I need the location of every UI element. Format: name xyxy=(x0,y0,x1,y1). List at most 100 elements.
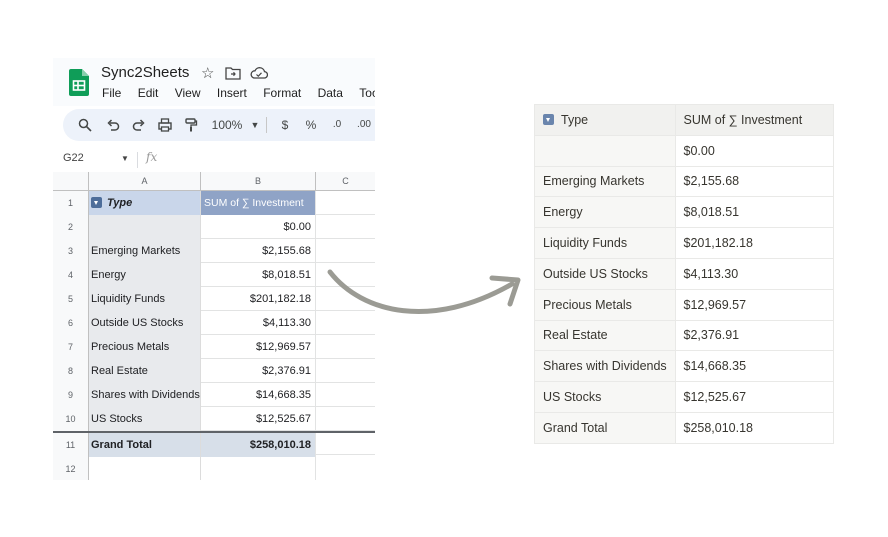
menu-file[interactable]: File xyxy=(102,86,121,100)
row-number[interactable]: 12 xyxy=(53,457,89,480)
grand-total-label[interactable]: Grand Total xyxy=(89,433,201,457)
grand-total-label[interactable]: Grand Total xyxy=(534,411,676,444)
increase-decimals-button[interactable]: .00 xyxy=(353,109,375,141)
type-cell[interactable]: Liquidity Funds xyxy=(534,227,676,259)
column-header-row: A B C xyxy=(53,172,375,191)
type-cell[interactable]: Outside US Stocks xyxy=(89,311,201,335)
sum-cell[interactable]: $0.00 xyxy=(201,215,316,239)
name-box[interactable]: G22 xyxy=(63,152,84,164)
sum-cell[interactable]: $4,113.30 xyxy=(674,257,834,290)
type-cell[interactable]: US Stocks xyxy=(534,381,676,413)
type-cell[interactable] xyxy=(89,215,201,239)
sum-cell[interactable]: $4,113.30 xyxy=(201,311,316,335)
zoom-dropdown-icon[interactable]: ▼ xyxy=(250,109,260,141)
cell[interactable] xyxy=(316,433,375,457)
search-icon[interactable] xyxy=(77,109,93,141)
print-icon[interactable] xyxy=(157,109,173,141)
sum-cell[interactable]: $12,525.67 xyxy=(201,407,316,431)
row-number[interactable]: 8 xyxy=(53,359,89,383)
sum-cell[interactable]: $2,376.91 xyxy=(201,359,316,383)
cell[interactable] xyxy=(316,359,375,383)
column-header-a[interactable]: A xyxy=(89,172,201,190)
type-cell[interactable]: Emerging Markets xyxy=(534,165,676,198)
type-cell[interactable]: Precious Metals xyxy=(89,335,201,359)
row-number[interactable]: 7 xyxy=(53,335,89,359)
type-cell[interactable]: Real Estate xyxy=(534,319,676,352)
percent-format-button[interactable]: % xyxy=(303,109,319,141)
menu-data[interactable]: Data xyxy=(318,86,343,100)
filter-icon[interactable] xyxy=(91,197,102,208)
undo-icon[interactable] xyxy=(105,109,121,141)
sheets-logo-icon[interactable] xyxy=(69,69,89,96)
column-header-type[interactable]: Type xyxy=(534,104,676,136)
title-bar: Sync2Sheets ☆ File Edit View Insert Form… xyxy=(53,58,375,106)
cell[interactable] xyxy=(316,191,375,215)
sum-cell[interactable]: $14,668.35 xyxy=(201,383,316,407)
cell[interactable] xyxy=(89,457,201,480)
sum-cell[interactable]: $8,018.51 xyxy=(674,196,834,229)
row-number[interactable]: 10 xyxy=(53,407,89,431)
cell[interactable] xyxy=(316,457,375,480)
sum-cell[interactable]: $12,525.67 xyxy=(674,381,834,413)
cell[interactable] xyxy=(316,335,375,359)
sum-cell[interactable]: $2,376.91 xyxy=(674,319,834,352)
sum-cell[interactable]: $8,018.51 xyxy=(201,263,316,287)
type-cell[interactable]: Emerging Markets xyxy=(89,239,201,263)
name-box-dropdown-icon[interactable]: ▼ xyxy=(121,154,129,163)
type-cell[interactable]: Precious Metals xyxy=(534,288,676,321)
sum-cell[interactable]: $201,182.18 xyxy=(201,287,316,311)
zoom-select[interactable]: 100% xyxy=(209,109,245,141)
type-cell[interactable]: Energy xyxy=(534,196,676,229)
type-cell[interactable]: Liquidity Funds xyxy=(89,287,201,311)
cell[interactable] xyxy=(316,239,375,263)
row-number[interactable]: 4 xyxy=(53,263,89,287)
cell[interactable] xyxy=(316,407,375,431)
select-all-corner[interactable] xyxy=(53,172,89,190)
menu-edit[interactable]: Edit xyxy=(138,86,159,100)
menu-view[interactable]: View xyxy=(175,86,201,100)
sum-cell[interactable]: $14,668.35 xyxy=(674,350,834,383)
row-number[interactable]: 5 xyxy=(53,287,89,311)
sum-cell[interactable]: $12,969.57 xyxy=(201,335,316,359)
paint-format-icon[interactable] xyxy=(183,109,199,141)
row-number[interactable]: 3 xyxy=(53,239,89,263)
type-cell[interactable]: Energy xyxy=(89,263,201,287)
row-number[interactable]: 6 xyxy=(53,311,89,335)
star-icon[interactable]: ☆ xyxy=(201,66,214,81)
column-header-b[interactable]: B xyxy=(201,172,316,190)
pivot-header-type[interactable]: Type xyxy=(89,191,201,215)
cell[interactable] xyxy=(201,457,316,480)
cell[interactable] xyxy=(316,215,375,239)
menu-format[interactable]: Format xyxy=(263,86,301,100)
cloud-icon[interactable] xyxy=(250,66,268,80)
redo-icon[interactable] xyxy=(131,109,147,141)
type-cell[interactable]: Real Estate xyxy=(89,359,201,383)
column-header-sum[interactable]: SUM of ∑ Investment xyxy=(674,104,834,136)
type-cell[interactable]: US Stocks xyxy=(89,407,201,431)
menu-tools[interactable]: Tools xyxy=(359,86,375,100)
folder-icon[interactable] xyxy=(225,66,241,80)
filter-icon[interactable] xyxy=(543,113,554,125)
grand-total-value[interactable]: $258,010.18 xyxy=(674,411,834,444)
type-cell[interactable]: Outside US Stocks xyxy=(534,257,676,290)
sum-cell[interactable]: $2,155.68 xyxy=(674,165,834,198)
menu-insert[interactable]: Insert xyxy=(217,86,247,100)
row-number[interactable]: 1 xyxy=(53,191,89,215)
sum-cell[interactable]: $2,155.68 xyxy=(201,239,316,263)
row-number[interactable]: 11 xyxy=(53,433,89,457)
pivot-header-sum[interactable]: SUM of ∑ Investment xyxy=(201,191,316,215)
type-cell[interactable] xyxy=(534,134,676,167)
sum-cell[interactable]: $0.00 xyxy=(674,134,834,167)
sum-cell[interactable]: $201,182.18 xyxy=(674,227,834,259)
column-header-c[interactable]: C xyxy=(316,172,375,190)
type-cell[interactable]: Shares with Dividends xyxy=(534,350,676,383)
document-title[interactable]: Sync2Sheets xyxy=(101,64,189,81)
decrease-decimals-button[interactable]: .0 xyxy=(328,109,346,141)
currency-format-button[interactable]: $ xyxy=(278,109,292,141)
grand-total-value[interactable]: $258,010.18 xyxy=(201,433,316,457)
type-cell[interactable]: Shares with Dividends xyxy=(89,383,201,407)
sum-cell[interactable]: $12,969.57 xyxy=(674,288,834,321)
row-number[interactable]: 2 xyxy=(53,215,89,239)
cell[interactable] xyxy=(316,383,375,407)
row-number[interactable]: 9 xyxy=(53,383,89,407)
